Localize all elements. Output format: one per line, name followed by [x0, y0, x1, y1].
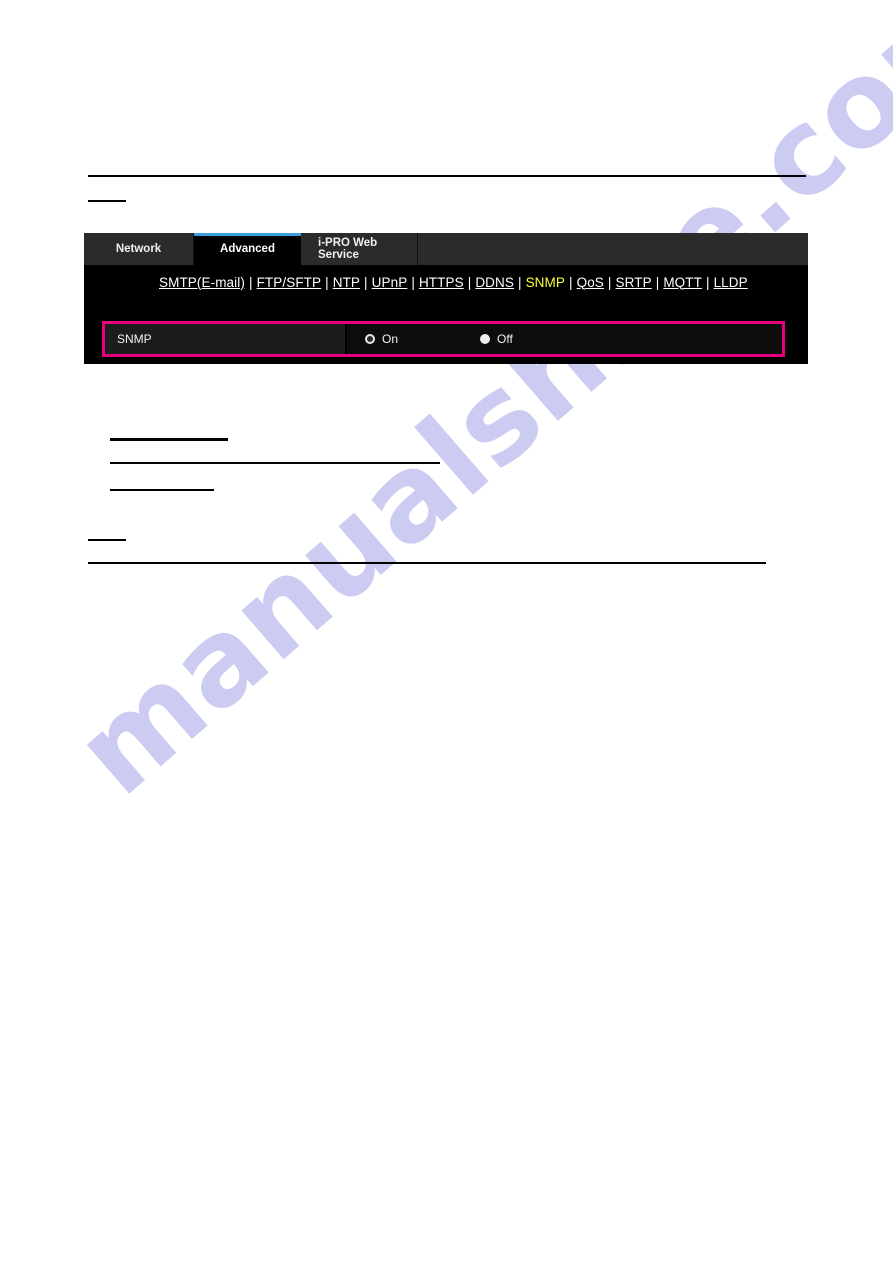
tab-ipro-web-service-label: i-PRO Web Service [318, 237, 378, 261]
subnav-link-snmp-current[interactable]: SNMP [526, 275, 565, 290]
subnav-separator: | [568, 274, 573, 290]
snmp-row-highlight: SNMP On Off [102, 321, 785, 357]
subnav-separator: | [325, 274, 329, 290]
document-rule-body-line [110, 462, 440, 464]
subnav-links: SMTP(E-mail) | FTP/SFTP | NTP | UPnP | H… [84, 265, 808, 299]
tab-advanced[interactable]: Advanced [194, 233, 302, 265]
document-rule-top [88, 175, 806, 177]
snmp-radio-on-label: On [382, 332, 399, 346]
snmp-radio-off-label: Off [497, 332, 513, 346]
snmp-radio-on[interactable]: On [365, 332, 398, 346]
document-rule-short-line [110, 489, 214, 491]
document-rule-heading-upper [88, 200, 126, 202]
tab-advanced-label: Advanced [220, 243, 275, 255]
tab-network[interactable]: Network [84, 233, 194, 265]
subnav-link-upnp[interactable]: UPnP [372, 275, 408, 290]
snmp-setting-row: SNMP On Off [105, 324, 782, 354]
document-rule-subheading [110, 438, 228, 441]
document-rule-heading-lower [88, 539, 126, 541]
watermark-text: manualshive.com [49, 0, 893, 822]
subnav-link-mqtt[interactable]: MQTT [663, 275, 702, 290]
snmp-radio-off[interactable]: Off [480, 332, 513, 346]
subnav-separator: | [517, 274, 522, 290]
tab-ipro-web-service[interactable]: i-PRO Web Service [302, 233, 418, 265]
subnav-separator: | [655, 274, 660, 290]
subnav-link-srtp[interactable]: SRTP [616, 275, 652, 290]
subnav-link-smtp-email[interactable]: SMTP(E-mail) [159, 275, 245, 290]
subnav-link-qos[interactable]: QoS [577, 275, 604, 290]
tab-network-label: Network [115, 243, 162, 255]
subnav-link-ftp-sftp[interactable]: FTP/SFTP [257, 275, 322, 290]
subnav-link-https[interactable]: HTTPS [419, 275, 464, 290]
subnav-link-lldp[interactable]: LLDP [714, 275, 748, 290]
subnav-separator: | [364, 274, 368, 290]
subnav-separator: | [607, 274, 612, 290]
tab-strip: Network Advanced i-PRO Web Service [84, 233, 808, 265]
snmp-value-cell: On Off [347, 324, 782, 354]
subnav-link-ddns[interactable]: DDNS [475, 275, 514, 290]
watermark-layer: manualshive.com [0, 0, 893, 1263]
snmp-label-cell: SNMP [105, 324, 347, 354]
subnav-separator: | [248, 274, 253, 290]
device-settings-panel: Network Advanced i-PRO Web Service SMTP(… [84, 233, 808, 364]
radio-selected-icon [365, 334, 375, 344]
subnav-separator: | [705, 274, 710, 290]
snmp-label: SNMP [117, 332, 152, 346]
subnav-link-ntp[interactable]: NTP [333, 275, 360, 290]
subnav-separator: | [467, 274, 472, 290]
subnav-separator: | [411, 274, 415, 290]
tab-strip-filler [418, 233, 808, 265]
radio-unselected-icon [480, 334, 491, 344]
document-rule-bottom [88, 562, 766, 564]
